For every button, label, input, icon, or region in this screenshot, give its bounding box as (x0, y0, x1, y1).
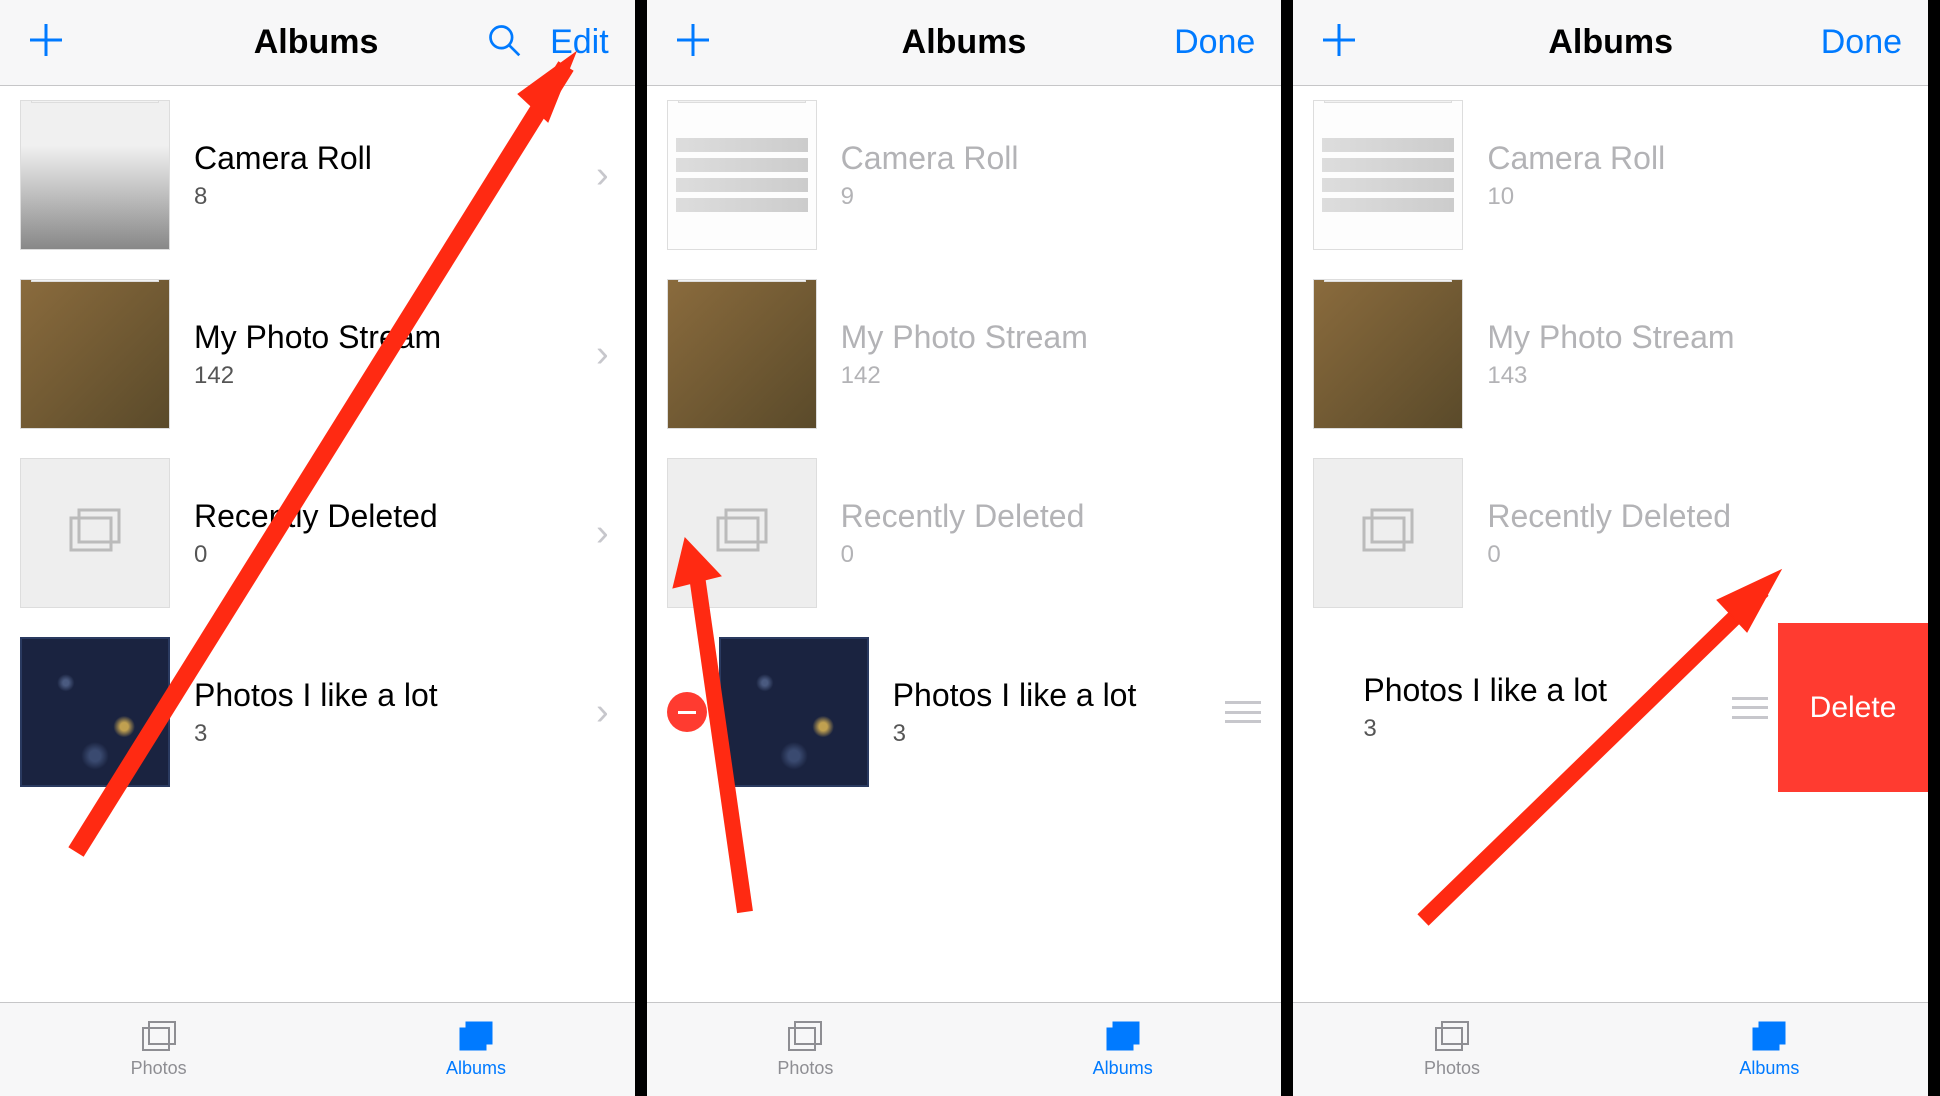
album-row-recently-deleted: Recently Deleted 0 (1293, 444, 1928, 623)
tab-photos[interactable]: Photos (647, 1003, 964, 1096)
album-count: 0 (841, 541, 1262, 569)
tab-label: Photos (131, 1058, 187, 1079)
tab-label: Photos (1424, 1058, 1480, 1079)
navbar: Albums Done (647, 0, 1282, 86)
album-title: Camera Roll (1487, 140, 1908, 177)
album-title: Recently Deleted (1487, 498, 1908, 535)
navbar: Albums Edit (0, 0, 635, 86)
album-count: 0 (1487, 541, 1908, 569)
navbar: Albums Done (1293, 0, 1928, 86)
chevron-right-icon: › (596, 512, 615, 555)
chevron-right-icon: › (596, 691, 615, 734)
panel-2-edit-mode: Albums Done Camera Roll 9 My Photo Strea… (647, 0, 1294, 1096)
album-thumbnail (20, 637, 170, 787)
album-count: 3 (893, 720, 1216, 748)
reorder-handle[interactable] (1732, 697, 1768, 719)
reorder-handle[interactable] (1225, 701, 1261, 723)
album-thumbnail (20, 279, 170, 429)
album-count: 10 (1487, 183, 1908, 211)
panel-1-view-mode: Albums Edit Camera Roll 8 › My Photo Str… (0, 0, 647, 1096)
album-thumbnail (20, 458, 170, 608)
album-title: Recently Deleted (841, 498, 1262, 535)
album-title: Photos I like a lot (194, 677, 596, 714)
done-button[interactable]: Done (1821, 23, 1902, 62)
tab-albums[interactable]: Albums (317, 1003, 634, 1096)
album-thumbnail (667, 279, 817, 429)
photo-stack-icon (65, 506, 125, 561)
tab-albums[interactable]: Albums (964, 1003, 1281, 1096)
nav-title: Albums (1439, 23, 1782, 62)
album-thumbnail (1313, 100, 1463, 250)
album-row-recently-deleted[interactable]: Recently Deleted 0 › (0, 444, 635, 623)
album-title: My Photo Stream (194, 319, 596, 356)
chevron-right-icon: › (596, 154, 615, 197)
album-title: My Photo Stream (841, 319, 1262, 356)
album-count: 143 (1487, 362, 1908, 390)
album-count: 8 (194, 183, 596, 211)
album-row-camera-roll: Camera Roll 9 (647, 86, 1282, 265)
album-row-custom[interactable]: Photos I like a lot 3 › (0, 623, 635, 802)
album-title: Photos I like a lot (1363, 672, 1722, 709)
tab-bar: Photos Albums (0, 1002, 635, 1096)
add-album-button[interactable] (673, 20, 713, 65)
album-row-recently-deleted: Recently Deleted 0 (647, 444, 1282, 623)
album-list: Camera Roll 8 › My Photo Stream 142 › Re… (0, 86, 635, 1002)
album-thumbnail (667, 100, 817, 250)
tab-photos[interactable]: Photos (0, 1003, 317, 1096)
album-row-photo-stream: My Photo Stream 143 (1293, 265, 1928, 444)
panel-3-delete-confirm: Albums Done Camera Roll 10 My Photo Stre… (1293, 0, 1940, 1096)
album-count: 142 (841, 362, 1262, 390)
search-button[interactable] (486, 22, 522, 63)
album-count: 3 (1363, 715, 1722, 743)
album-count: 142 (194, 362, 596, 390)
album-title: Recently Deleted (194, 498, 596, 535)
tab-label: Albums (1093, 1058, 1153, 1079)
album-count: 0 (194, 541, 596, 569)
album-row-custom[interactable]: Photos I like a lot 3 (647, 623, 1282, 802)
album-thumbnail (719, 637, 869, 787)
edit-button[interactable]: Edit (550, 23, 609, 62)
album-title: Photos I like a lot (893, 677, 1216, 714)
album-row-camera-roll[interactable]: Camera Roll 8 › (0, 86, 635, 265)
album-count: 3 (194, 720, 596, 748)
album-title: Camera Roll (841, 140, 1262, 177)
photo-stack-icon (712, 506, 772, 561)
album-thumbnail (667, 458, 817, 608)
add-album-button[interactable] (26, 20, 66, 65)
album-title: My Photo Stream (1487, 319, 1908, 356)
done-button[interactable]: Done (1174, 23, 1255, 62)
album-row-photo-stream: My Photo Stream 142 (647, 265, 1282, 444)
album-row-camera-roll: Camera Roll 10 (1293, 86, 1928, 265)
tab-label: Albums (446, 1058, 506, 1079)
tab-albums[interactable]: Albums (1611, 1003, 1928, 1096)
delete-toggle-button[interactable] (667, 692, 707, 732)
album-row-custom[interactable]: Photos I like a lot 3 Delete (1293, 623, 1928, 793)
tab-photos[interactable]: Photos (1293, 1003, 1610, 1096)
album-title: Camera Roll (194, 140, 596, 177)
album-thumbnail (1313, 458, 1463, 608)
album-thumbnail (20, 100, 170, 250)
album-list: Camera Roll 9 My Photo Stream 142 Recent… (647, 86, 1282, 1002)
nav-title: Albums (793, 23, 1136, 62)
album-thumbnail (1313, 279, 1463, 429)
tab-label: Albums (1739, 1058, 1799, 1079)
tab-bar: Photos Albums (1293, 1002, 1928, 1096)
tab-bar: Photos Albums (647, 1002, 1282, 1096)
photo-stack-icon (1358, 506, 1418, 561)
chevron-right-icon: › (596, 333, 615, 376)
album-count: 9 (841, 183, 1262, 211)
album-row-photo-stream[interactable]: My Photo Stream 142 › (0, 265, 635, 444)
tab-label: Photos (777, 1058, 833, 1079)
delete-confirm-button[interactable]: Delete (1778, 623, 1928, 792)
album-list: Camera Roll 10 My Photo Stream 143 Recen… (1293, 86, 1928, 1002)
add-album-button[interactable] (1319, 20, 1359, 65)
nav-title: Albums (146, 23, 486, 62)
